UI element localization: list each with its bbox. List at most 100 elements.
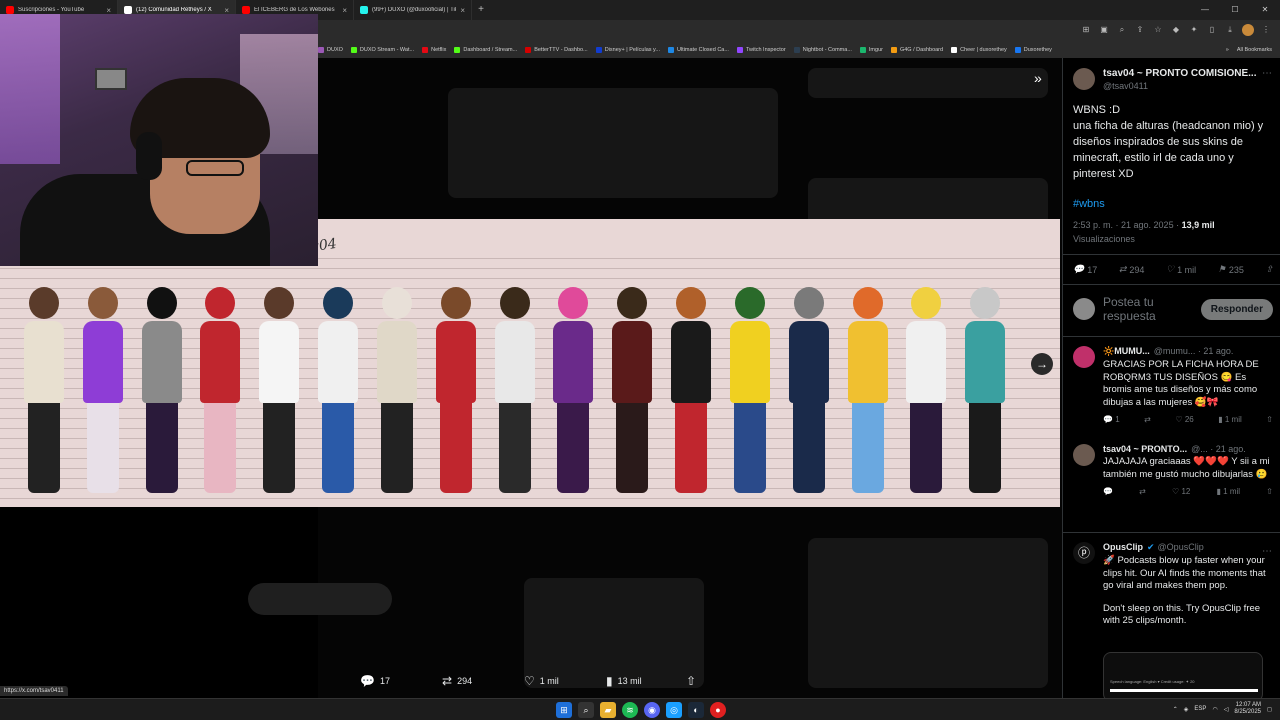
author-avatar[interactable] [1073, 68, 1095, 90]
reply-avatar[interactable] [1073, 346, 1095, 368]
bookmark-item[interactable]: Duxorethey [1014, 47, 1052, 53]
extension-icon[interactable]: ◆ [1170, 24, 1182, 36]
hashtag-link[interactable]: #wbns [1073, 196, 1273, 212]
bookmark-item[interactable]: BetterTTV - Dashbo... [525, 47, 588, 53]
share-icon[interactable]: ⇪ [1134, 24, 1146, 36]
character-legs [263, 403, 296, 493]
character-figure [491, 287, 539, 493]
media-share-button[interactable]: ⇧ [686, 674, 701, 688]
bookmark-item[interactable]: Imgur [859, 47, 883, 53]
install-icon[interactable]: ⊞ [1080, 24, 1092, 36]
reply-views-button[interactable]: ▮ 1 mil [1218, 415, 1242, 424]
reply-repost-button[interactable]: ⇄ [1144, 415, 1151, 424]
bookmark-item[interactable]: Disney+ | Películas y... [595, 47, 660, 53]
bookmark-favicon-icon [736, 47, 743, 53]
reply-input[interactable]: Postea tu respuesta [1103, 295, 1201, 323]
reply-reply-button[interactable]: 💬 [1103, 487, 1113, 496]
menu-icon[interactable]: ⋮ [1260, 24, 1272, 36]
bookmark-item[interactable]: Dashboard / Stream... [454, 47, 517, 53]
reply-repost-button[interactable]: ⇄ [1139, 487, 1146, 496]
reply-item[interactable]: 🔆MUMU... @mumu... · 21 ago. GRACIAS POR L… [1073, 346, 1273, 424]
obs-icon[interactable]: ● [710, 702, 726, 718]
maximize-icon[interactable]: ☐ [1220, 0, 1250, 20]
tab-close-icon[interactable]: × [342, 6, 347, 15]
notification-icon[interactable]: ◻ [1267, 706, 1272, 713]
bookmark-item[interactable]: Twitch Inspector [736, 47, 786, 53]
post-timestamp[interactable]: 2:53 p. m. · 21 ago. 2025 · [1073, 220, 1182, 230]
more-bookmarks-icon[interactable]: » [1226, 47, 1229, 53]
discord-icon[interactable]: ◉ [644, 702, 660, 718]
new-tab-button[interactable]: + [472, 0, 490, 20]
clock[interactable]: 12:07 AM 8/25/2025 [1234, 702, 1261, 716]
bookmark-item[interactable]: Ultimate Closed Ca... [667, 47, 729, 53]
bookmark-item[interactable]: DUXO Stream - Wat... [350, 47, 414, 53]
reply-reply-button[interactable]: 💬 1 [1103, 415, 1120, 424]
reply-views-button[interactable]: ▮ 1 mil [1217, 487, 1241, 496]
bookmark-item[interactable]: Nightbot - Comma... [793, 47, 852, 53]
like-stat[interactable]: ♡ 1 mil [1166, 264, 1196, 275]
media-like-button[interactable]: ♡ 1 mil [524, 674, 559, 688]
bookmark-item[interactable]: Netflix [422, 47, 446, 53]
bookmark-item[interactable]: Cheer | duxorethey [951, 47, 1007, 53]
lang-indicator[interactable]: ESP [1194, 706, 1206, 712]
like-count: 1 mil [1177, 264, 1197, 275]
steam-icon[interactable]: ◐ [688, 702, 704, 718]
share-stat[interactable]: ⇧ [1265, 264, 1273, 275]
character-legs [851, 403, 884, 493]
media-repost-button[interactable]: ⇄ 294 [442, 674, 472, 688]
ad-post[interactable]: ⓟ OpusClip ✔ @OpusClip 🚀 Podcasts blow up … [1073, 542, 1273, 628]
file-explorer-icon[interactable]: ▰ [600, 702, 616, 718]
more-options-icon[interactable]: ⋯ [1262, 68, 1272, 79]
ad-author[interactable]: OpusClip [1103, 542, 1143, 552]
puzzle-icon[interactable]: ✦ [1188, 24, 1200, 36]
reply-like-button[interactable]: ♡ 26 [1175, 415, 1193, 424]
minimize-icon[interactable]: — [1190, 0, 1220, 20]
windows-start-icon[interactable]: ⊞ [556, 702, 572, 718]
sidebar-icon[interactable]: ▯ [1206, 24, 1218, 36]
collapse-panel-icon[interactable]: » [1034, 70, 1042, 86]
bookmark-count: 235 [1228, 264, 1244, 275]
reply-share-button[interactable]: ⇧ [1266, 487, 1273, 496]
character-figure [196, 287, 244, 493]
repost-stat[interactable]: ⇄ 294 [1119, 264, 1145, 275]
tray-chevron-icon[interactable]: ⌃ [1173, 706, 1178, 713]
spotify-icon[interactable]: ≋ [622, 702, 638, 718]
search-icon[interactable]: ⌕ [578, 702, 594, 718]
profile-avatar[interactable] [1242, 24, 1254, 36]
next-image-icon[interactable]: → [1031, 353, 1053, 375]
reply-share-button[interactable]: ⇧ [1266, 415, 1273, 424]
post-views-count: 13,9 mil [1181, 220, 1215, 230]
reply-item[interactable]: tsav04 ~ PRONTO... @... · 21 ago. JAJAJAJ… [1073, 444, 1273, 496]
bookmark-item[interactable]: G4G / Dashboard [890, 47, 943, 53]
author-name[interactable]: tsav04 ~ PRONTO COMISIONE... [1103, 68, 1256, 79]
download-icon[interactable]: ⤓ [1224, 24, 1236, 36]
bookmark-stat[interactable]: ⚑ 235 [1218, 264, 1244, 275]
zoom-icon[interactable]: ⌕ [1116, 24, 1128, 36]
close-window-icon[interactable]: ✕ [1250, 0, 1280, 20]
reply-like-button[interactable]: ♡ 12 [1172, 487, 1190, 496]
ad-handle: @OpusClip [1157, 542, 1204, 552]
reply-author[interactable]: tsav04 ~ PRONTO... [1103, 444, 1187, 454]
all-bookmarks-link[interactable]: All Bookmarks [1237, 47, 1272, 53]
author-handle[interactable]: @tsav0411 [1103, 81, 1256, 91]
tray-app-icon[interactable]: ◈ [1184, 706, 1189, 713]
reply-avatar[interactable] [1073, 444, 1095, 466]
ad-preview-image[interactable]: Speech language: English ▾ Credit usage:… [1103, 652, 1263, 698]
reply-button[interactable]: Responder [1200, 298, 1273, 320]
opusclip-logo-icon[interactable]: ⓟ [1073, 542, 1095, 564]
volume-icon[interactable]: ◁ [1224, 706, 1229, 713]
bookmark-star-icon[interactable]: ☆ [1152, 24, 1164, 36]
cast-icon[interactable]: ▣ [1098, 24, 1110, 36]
tab-close-icon[interactable]: × [460, 6, 465, 15]
browser-tab[interactable]: (99+) DUXO (@duxooficial) | TikTok × [354, 0, 472, 20]
bookmark-item[interactable]: DUXO [318, 47, 343, 53]
character-figure [902, 287, 950, 493]
reply-stat[interactable]: 💬 17 [1073, 264, 1097, 275]
reply-text: JAJAJAJA graciaaas ❤️❤️❤️ Y sii a mi tam… [1103, 456, 1270, 480]
ad-more-options-icon[interactable]: ⋯ [1262, 546, 1272, 557]
media-views-button[interactable]: ▮ 13 mil [606, 674, 642, 688]
wifi-icon[interactable]: ◠ [1212, 706, 1217, 713]
media-reply-button[interactable]: 💬 17 [360, 674, 390, 688]
reply-author[interactable]: 🔆MUMU... [1103, 346, 1150, 357]
chrome-icon[interactable]: ◎ [666, 702, 682, 718]
